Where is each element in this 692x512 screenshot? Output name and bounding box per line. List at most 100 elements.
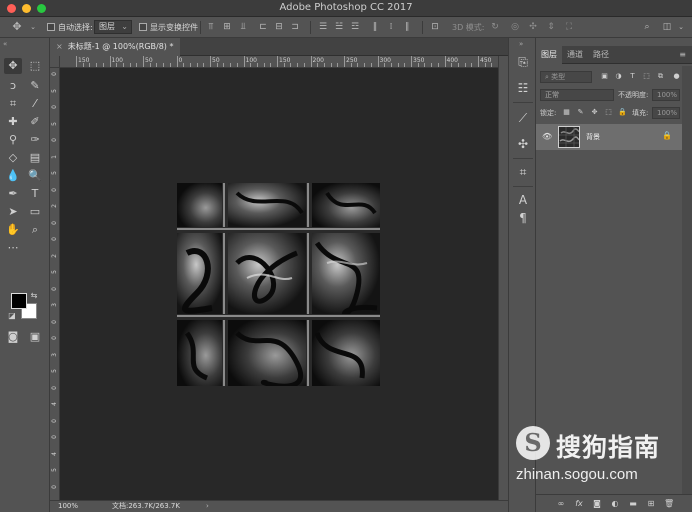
brush-settings-icon[interactable]: ⟋ (515, 110, 531, 126)
lock-image-icon[interactable]: ✎ (576, 108, 585, 117)
align-bottom-icon[interactable]: ⫫ (238, 22, 248, 32)
zoom-tool-icon[interactable]: ⌕ (26, 222, 44, 238)
panel-menu-icon[interactable]: ≡ (679, 50, 686, 59)
adjustments-icon[interactable]: ✣ (515, 136, 531, 152)
align-right-icon[interactable]: ⊐ (290, 22, 300, 32)
distribute-bottom-icon[interactable]: ☲ (350, 22, 360, 32)
auto-align-icon[interactable]: ⊡ (430, 22, 440, 32)
new-adjustment-icon[interactable]: ◐ (610, 499, 620, 509)
lasso-tool-icon[interactable]: ↄ (4, 78, 22, 94)
healing-brush-tool-icon[interactable]: ✚ (4, 114, 22, 130)
filter-shape-icon[interactable]: ⬚ (642, 72, 651, 81)
auto-select-checkbox[interactable] (47, 23, 55, 31)
distribute-top-icon[interactable]: ☰ (318, 22, 328, 32)
layer-filter-select[interactable]: ⌕ 类型 (540, 71, 592, 83)
fx-icon[interactable]: fx (574, 499, 584, 509)
3d-slide-icon[interactable]: ⇕ (546, 22, 556, 32)
horizontal-ruler[interactable]: 150 100 50 0 50 100 150 200 250 300 350 400 450 (60, 56, 498, 68)
new-layer-icon[interactable]: ⊞ (646, 499, 656, 509)
eyedropper-tool-icon[interactable]: ⁄ (26, 96, 44, 112)
dodge-tool-icon[interactable]: 🔍 (26, 168, 44, 184)
ruler-origin[interactable] (50, 56, 60, 68)
collapse-arrows-icon[interactable]: « (3, 40, 7, 48)
3d-drag-icon[interactable]: ✣ (528, 22, 538, 32)
3d-rotate-icon[interactable]: ↻ (490, 22, 500, 32)
history-panel-icon[interactable]: ⎘ (515, 54, 531, 70)
lock-position-icon[interactable]: ✥ (590, 108, 599, 117)
move-tool-preset-icon[interactable]: ✥ (12, 21, 22, 32)
vertical-ruler[interactable]: 0 5 0 5 0 1 5 0 2 0 0 2 5 0 3 0 0 3 5 0 4 0 0 4 5 0 (50, 68, 60, 500)
distribute-left-icon[interactable]: ‖ (370, 22, 380, 32)
crop-panel-icon[interactable]: ⌗ (515, 164, 531, 180)
document-tab[interactable]: × 未标题-1 @ 100%(RGB/8) * (50, 38, 180, 56)
quick-mask-icon[interactable]: ◙ (4, 329, 22, 345)
canvas-area[interactable] (60, 68, 498, 500)
align-top-icon[interactable]: ⫪ (206, 22, 216, 32)
chevron-down-icon[interactable]: ⌄ (28, 22, 38, 32)
hand-tool-icon[interactable]: ✋ (4, 222, 22, 238)
screen-mode-icon[interactable]: ▣ (26, 329, 44, 345)
quick-select-tool-icon[interactable]: ✎ (26, 78, 44, 94)
filter-type-icon[interactable]: T (628, 72, 637, 81)
search-icon[interactable]: ⌕ (642, 22, 652, 32)
crop-tool-icon[interactable]: ⌗ (4, 96, 22, 112)
visibility-eye-icon[interactable]: 👁 (542, 132, 552, 141)
close-icon[interactable]: × (56, 42, 63, 51)
path-select-tool-icon[interactable]: ➤ (4, 204, 22, 220)
layer-row[interactable]: 👁 背景 🔒 (536, 124, 682, 150)
swap-colors-icon[interactable]: ⇆ (28, 288, 40, 304)
align-left-icon[interactable]: ⊏ (258, 22, 268, 32)
distribute-vcenter-icon[interactable]: ☱ (334, 22, 344, 32)
type-tool-icon[interactable]: T (26, 186, 44, 202)
workspace-icon[interactable]: ◫ (662, 22, 672, 32)
3d-scale-icon[interactable]: ⛶ (564, 22, 574, 32)
align-hcenter-icon[interactable]: ⊟ (274, 22, 284, 32)
distribute-hcenter-icon[interactable]: ⁞ (386, 22, 396, 32)
auto-select-target-select[interactable]: 图层 ⌄ (94, 20, 132, 34)
brush-tool-icon[interactable]: ✐ (26, 114, 44, 130)
properties-panel-icon[interactable]: ☷ (515, 80, 531, 96)
distribute-right-icon[interactable]: ∥ (402, 22, 412, 32)
default-colors-icon[interactable]: ◪ (6, 308, 18, 324)
ruler-minor-tick (303, 63, 305, 67)
tab-channels[interactable]: 通道 (562, 46, 588, 64)
more-tools-icon[interactable]: ⋯ (4, 240, 22, 256)
shape-tool-icon[interactable]: ▭ (26, 204, 44, 220)
clone-stamp-tool-icon[interactable]: ⚲ (4, 132, 22, 148)
lock-transparent-icon[interactable]: ▦ (562, 108, 571, 117)
blend-mode-select[interactable]: 正常 (540, 89, 614, 101)
foreground-color-swatch[interactable] (11, 293, 27, 309)
trash-icon[interactable]: 🗑 (664, 499, 674, 509)
vertical-scrollbar[interactable] (498, 56, 508, 500)
eraser-tool-icon[interactable]: ◇ (4, 150, 22, 166)
status-menu-arrow-icon[interactable]: › (206, 501, 209, 512)
filter-toggle-icon[interactable]: ● (672, 72, 681, 81)
tab-paths[interactable]: 路径 (588, 46, 614, 64)
document-canvas[interactable] (177, 183, 380, 386)
move-tool-icon[interactable]: ✥ (4, 58, 22, 74)
tab-layers[interactable]: 图层 (536, 46, 562, 64)
gradient-tool-icon[interactable]: ▤ (26, 150, 44, 166)
marquee-tool-icon[interactable]: ⬚ (26, 58, 44, 74)
paragraph-panel-icon[interactable]: ¶ (515, 210, 531, 226)
show-transform-checkbox[interactable] (139, 23, 147, 31)
link-layers-icon[interactable]: ∞ (556, 499, 566, 509)
history-brush-tool-icon[interactable]: ✑ (26, 132, 44, 148)
3d-roll-icon[interactable]: ◎ (510, 22, 520, 32)
lock-artboard-icon[interactable]: ⬚ (604, 108, 613, 117)
lock-all-icon[interactable]: 🔒 (618, 108, 627, 117)
character-panel-icon[interactable]: A (515, 192, 531, 208)
align-vcenter-icon[interactable]: ⊞ (222, 22, 232, 32)
zoom-level[interactable]: 100% (58, 501, 78, 512)
chevron-down-icon[interactable]: ⌄ (676, 22, 686, 32)
fill-input[interactable]: 100% (652, 107, 680, 119)
new-group-icon[interactable]: ▬ (628, 499, 638, 509)
pen-tool-icon[interactable]: ✒ (4, 186, 22, 202)
expand-arrows-icon[interactable]: » (519, 40, 523, 48)
filter-adjustment-icon[interactable]: ◑ (614, 72, 623, 81)
filter-pixel-icon[interactable]: ▣ (600, 72, 609, 81)
blur-tool-icon[interactable]: 💧 (4, 168, 22, 184)
opacity-input[interactable]: 100% (652, 89, 680, 101)
add-mask-icon[interactable]: ◙ (592, 499, 602, 509)
filter-smart-object-icon[interactable]: ⧉ (656, 72, 665, 81)
